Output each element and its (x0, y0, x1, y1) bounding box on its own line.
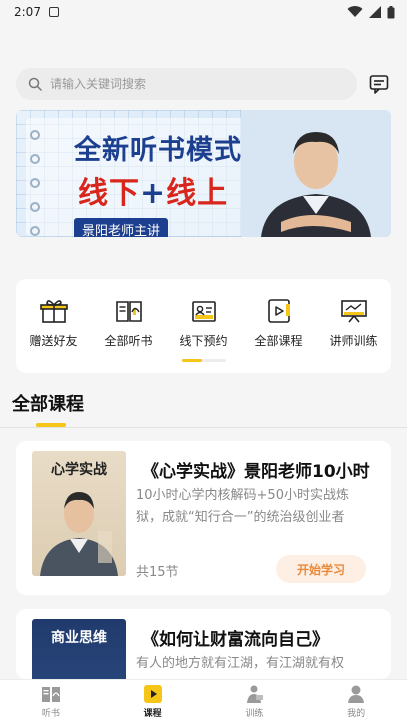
tab-label: 课程 (143, 709, 162, 719)
menu-item-trainer-training[interactable]: 讲师训练 (318, 298, 390, 349)
tab-label: 听书 (41, 709, 60, 719)
tab-audiobooks[interactable]: 听书 (0, 680, 102, 723)
book-headphones-icon (115, 301, 142, 322)
course-lesson-count: 共15节 (136, 565, 179, 580)
profile-icon (348, 685, 365, 703)
message-icon (369, 75, 389, 94)
training-icon (247, 685, 264, 703)
menu-item-all-courses[interactable]: 全部课程 (243, 298, 315, 349)
promo-banner[interactable]: 全新听书模式 线下+线上 景阳老师主讲 (16, 110, 391, 237)
battery-icon (387, 5, 395, 18)
search-icon (28, 77, 42, 91)
signal-icon (369, 6, 381, 18)
course-cover-teacher-photo (40, 492, 118, 576)
menu-item-label: 线下预约 (179, 334, 228, 348)
feature-menu-card: 赠送好友 全部听书 线下预约 全部课程 讲师训练 (16, 279, 391, 373)
course-cover-title: 心学实战 (51, 462, 107, 478)
tab-profile[interactable]: 我的 (305, 680, 407, 723)
menu-item-label: 讲师训练 (329, 334, 378, 348)
course-cover-title: 商业思维 (51, 630, 107, 646)
menu-scroll-indicator (182, 359, 226, 362)
banner-headline: 全新听书模式 (74, 135, 242, 166)
bottom-tab-bar: 听书 课程 训练 我的 (0, 679, 407, 723)
presentation-board-icon (340, 300, 367, 323)
course-title: 《心学实战》景阳老师10小时 (142, 462, 370, 482)
course-cover: 商业思维 (32, 619, 126, 679)
start-learning-button[interactable]: 开始学习 (276, 555, 366, 583)
wifi-icon (347, 6, 363, 18)
status-bar: 2:07 (0, 0, 407, 24)
course-card[interactable]: 商业思维 《如何让财富流向自己》 有人的地方就有江湖，有江湖就有权 (16, 609, 391, 679)
calendar-person-icon (191, 301, 216, 322)
menu-item-gift[interactable]: 赠送好友 (18, 298, 90, 349)
message-button[interactable] (367, 72, 391, 96)
course-cover-teacher-photo (38, 649, 120, 679)
course-title: 《如何让财富流向自己》 (142, 630, 329, 650)
audiobook-icon (41, 687, 60, 702)
course-cover: 心学实战 (32, 451, 126, 576)
play-course-icon (267, 299, 290, 323)
menu-item-all-audiobooks[interactable]: 全部听书 (93, 298, 165, 349)
tab-training[interactable]: 训练 (204, 680, 306, 723)
menu-item-label: 全部课程 (254, 334, 303, 348)
search-box[interactable] (16, 68, 358, 100)
course-play-icon (143, 685, 162, 703)
tab-courses[interactable]: 课程 (102, 680, 204, 723)
banner-teacher-tag: 景阳老师主讲 (74, 218, 169, 237)
search-input[interactable] (50, 77, 330, 91)
notification-icon (48, 7, 59, 17)
menu-item-offline-booking[interactable]: 线下预约 (168, 298, 240, 349)
menu-item-label: 赠送好友 (29, 334, 78, 348)
banner-teacher-photo (241, 110, 391, 237)
course-description: 有人的地方就有江湖，有江湖就有权 (136, 656, 345, 671)
section-title: 全部课程 (12, 394, 84, 415)
tab-label: 训练 (245, 709, 264, 719)
tab-label: 我的 (347, 709, 366, 719)
course-description: 10小时心学内核解码+50小时实战炼狱，成就“知行合一”的统治级创业者 (136, 488, 349, 525)
section-divider (0, 427, 407, 428)
gift-icon (39, 300, 68, 323)
banner-subline: 线下+线上 (78, 176, 229, 211)
status-time: 2:07 (14, 5, 41, 19)
menu-item-label: 全部听书 (104, 334, 153, 348)
course-card[interactable]: 心学实战 《心学实战》景阳老师10小时 10小时心学内核解码+50小时实战炼狱，… (16, 441, 391, 595)
search-row (16, 68, 391, 100)
banner-notebook-rings (30, 130, 40, 236)
